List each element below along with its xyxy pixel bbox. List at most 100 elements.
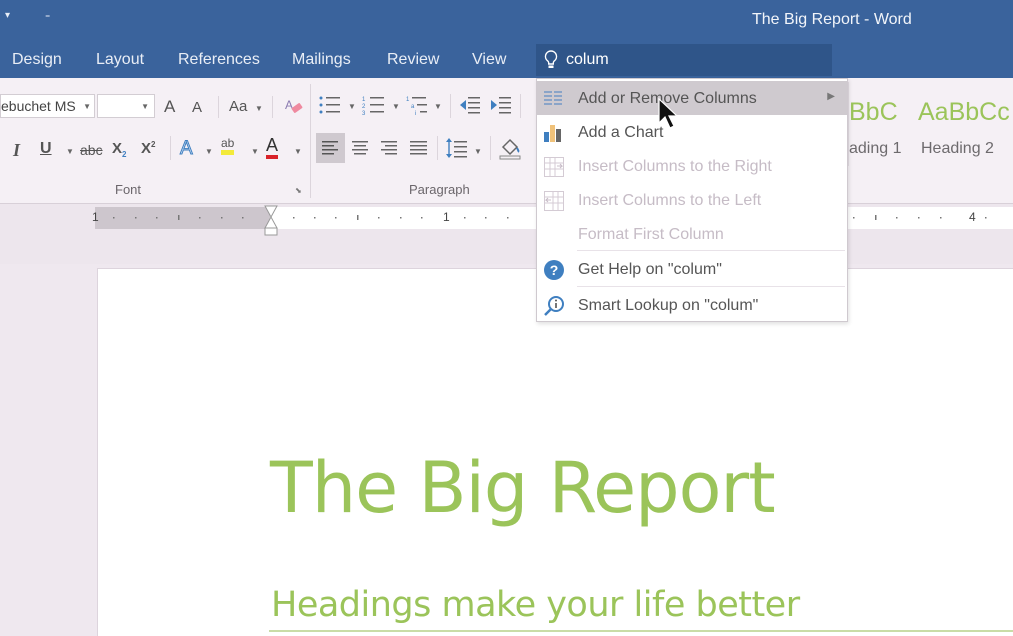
chevron-down-icon[interactable]: ▼ [294,147,302,156]
shading-icon[interactable] [498,135,524,165]
chevron-down-icon[interactable]: ▼ [205,147,213,156]
tab-view[interactable]: View [472,51,506,69]
font-name-box[interactable]: ebuchet MS ▼ [0,94,95,118]
superscript-button[interactable]: X2 [141,140,155,157]
smart-lookup-icon [543,295,565,317]
font-name-value: ebuchet MS [1,98,76,114]
menu-separator [577,286,845,287]
divider [272,96,273,118]
lightbulb-icon [544,50,558,75]
tab-layout[interactable]: Layout [96,51,144,69]
dialog-launcher-icon[interactable]: ⬊ [295,186,302,195]
chevron-down-icon[interactable]: ▼ [255,104,263,113]
insert-columns-right-icon [543,156,565,178]
help-icon: ? [543,259,565,281]
style-heading2-preview[interactable]: AaBbCc [918,98,1010,127]
window-title: The Big Report - Word [752,11,912,28]
svg-text:i: i [415,111,416,116]
mouse-cursor-icon [658,98,678,129]
font-color-button[interactable]: A [266,136,279,159]
style-heading1-name[interactable]: ading 1 [849,140,902,158]
divider [520,94,521,118]
chart-icon [543,122,565,144]
menu-item-smart-lookup[interactable]: Smart Lookup on "colum" [537,288,847,322]
chevron-down-icon[interactable]: ▼ [251,147,259,156]
svg-text:?: ? [550,262,559,278]
ruler-label: 4 [969,210,976,224]
align-right-button[interactable] [376,133,402,167]
decrease-indent-icon[interactable] [458,94,482,120]
divider [437,136,438,160]
svg-text:1: 1 [406,97,410,103]
document-title[interactable]: The Big Report [270,447,776,529]
heading-underline [269,630,1013,632]
chevron-down-icon[interactable]: ▼ [392,102,400,111]
underline-button[interactable]: U [40,140,52,158]
customize-qat-icon[interactable]: ₌ [45,10,50,21]
svg-text:1: 1 [362,97,366,103]
columns-icon [543,88,565,110]
divider [450,94,451,118]
paragraph-group-label: Paragraph [409,182,470,197]
menu-separator [577,250,845,251]
multilevel-list-icon[interactable]: 1ai [406,94,430,120]
chevron-down-icon[interactable]: ▼ [141,102,149,111]
superscript-label: X [141,140,152,157]
menu-item-get-help[interactable]: ? Get Help on "colum" [537,252,847,286]
justify-button[interactable] [405,133,431,167]
menu-item-format-first-column[interactable]: Format First Column [537,217,847,251]
align-center-button[interactable] [347,133,373,167]
tab-mailings[interactable]: Mailings [292,51,351,69]
svg-text:A: A [285,98,293,112]
menu-item-label: Insert Columns to the Right [578,158,772,175]
document-heading[interactable]: Headings make your life better [271,585,800,625]
tab-review[interactable]: Review [387,51,439,69]
svg-text:2: 2 [362,104,366,110]
increase-indent-icon[interactable] [489,94,513,120]
menu-item-add-chart[interactable]: Add a Chart [537,115,847,149]
text-effects-button[interactable]: A [180,138,194,160]
align-left-button[interactable] [316,133,345,163]
submenu-arrow-icon: ▶ [827,91,835,102]
group-divider [310,84,311,198]
menu-item-add-remove-columns[interactable]: Add or Remove Columns ▶ [537,81,847,115]
tell-me-search-input[interactable]: colum [536,44,832,76]
shrink-font-button[interactable]: A [192,99,202,116]
indent-marker-icon[interactable] [263,205,279,237]
chevron-down-icon[interactable]: ▼ [474,147,482,156]
numbering-icon[interactable]: 123 [362,94,386,120]
divider [218,96,219,118]
menu-item-label: Format First Column [578,226,724,243]
menu-item-insert-columns-left[interactable]: Insert Columns to the Left [537,183,847,217]
line-spacing-icon[interactable] [445,136,469,164]
ruler-label: 1 [443,210,450,224]
chevron-down-icon[interactable]: ▼ [83,102,91,111]
strikethrough-button[interactable]: abc [80,142,103,158]
grow-font-button[interactable]: A [164,97,175,117]
subscript-button[interactable]: X2 [112,140,126,159]
italic-button[interactable]: I [13,140,20,161]
tell-me-results-menu: Add or Remove Columns ▶ Add a Chart Inse… [536,78,848,322]
bullets-icon[interactable] [318,94,342,120]
insert-columns-left-icon [543,190,565,212]
menu-item-label: Add a Chart [578,124,664,141]
ruler-label: 1 [92,210,99,224]
change-case-button[interactable]: Aa [229,98,247,115]
tab-references[interactable]: References [178,51,260,69]
chevron-down-icon[interactable]: ▼ [66,147,74,156]
divider [170,136,171,160]
qat-dropdown-icon[interactable]: ▾ [5,10,10,21]
font-size-box[interactable]: ▼ [97,94,155,118]
style-heading2-name[interactable]: Heading 2 [921,140,994,158]
svg-text:3: 3 [362,111,366,116]
font-group-label: Font [115,182,142,197]
menu-item-label: Insert Columns to the Left [578,192,762,209]
clear-formatting-icon[interactable]: A [284,96,304,120]
chevron-down-icon[interactable]: ▼ [348,102,356,111]
tab-design[interactable]: Design [12,51,62,69]
menu-item-insert-columns-right[interactable]: Insert Columns to the Right [537,149,847,183]
chevron-down-icon[interactable]: ▼ [434,102,442,111]
style-heading1-preview[interactable]: BbC [849,98,898,127]
title-bar: ▾ ₌ The Big Report - Word [0,0,1013,40]
highlight-button[interactable]: ab [221,136,235,155]
